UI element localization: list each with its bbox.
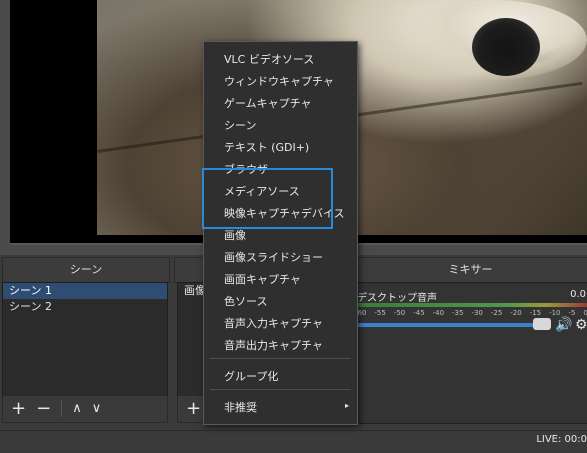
mixer-panel: デスクトップ音声 0.0 -60 -55 -50 -45 -40 -35 -30… bbox=[352, 282, 587, 424]
meter-tick: -45 bbox=[413, 309, 425, 317]
remove-scene-button[interactable]: − bbox=[36, 400, 51, 418]
meter-tick: -40 bbox=[432, 309, 445, 317]
menu-item-display-capture[interactable]: 画面キャプチャ bbox=[224, 271, 301, 287]
meter-ticks: -60 -55 -50 -45 -40 -35 -30 -25 -20 -15 … bbox=[355, 309, 587, 317]
menu-item-color-source[interactable]: 色ソース bbox=[224, 293, 267, 309]
menu-item-image[interactable]: 画像 bbox=[224, 227, 246, 243]
meter-tick: -35 bbox=[452, 309, 464, 317]
move-scene-up-button[interactable]: ∧ bbox=[72, 400, 82, 418]
scenes-toolbar: + − ∧ ∨ bbox=[2, 395, 168, 423]
menu-item-audio-input-capture[interactable]: 音声入力キャプチャ bbox=[224, 315, 323, 331]
meter-tick: 0 bbox=[583, 309, 587, 317]
live-status: LIVE: 00:0 bbox=[536, 434, 587, 445]
volume-slider-handle[interactable] bbox=[533, 318, 551, 330]
meter-tick: -20 bbox=[510, 309, 522, 317]
highlight-box bbox=[202, 168, 333, 229]
scenes-dock-title: シーン bbox=[2, 257, 170, 283]
menu-separator bbox=[210, 358, 351, 359]
status-bar: LIVE: 00:0 bbox=[0, 430, 587, 453]
menu-item-window-capture[interactable]: ウィンドウキャプチャ bbox=[224, 73, 334, 89]
menu-item-deprecated[interactable]: 非推奨 bbox=[224, 399, 257, 415]
menu-item-group[interactable]: グループ化 bbox=[224, 368, 278, 384]
meter-tick: -10 bbox=[549, 309, 561, 317]
add-source-button[interactable]: + bbox=[186, 400, 201, 418]
scene-item[interactable]: シーン 2 bbox=[3, 299, 167, 315]
toolbar-divider bbox=[61, 401, 63, 417]
menu-separator bbox=[210, 389, 351, 390]
meter-tick: -55 bbox=[374, 309, 386, 317]
meter-tick: -5 bbox=[568, 309, 576, 317]
menu-item-image-slideshow[interactable]: 画像スライドショー bbox=[224, 249, 323, 265]
dog-nose-shape bbox=[472, 18, 540, 76]
scene-item[interactable]: シーン 1 bbox=[3, 283, 167, 299]
mixer-db-value: 0.0 bbox=[570, 289, 586, 300]
mixer-dock-title: ミキサー bbox=[352, 257, 587, 283]
menu-item-audio-output-capture[interactable]: 音声出力キャプチャ bbox=[224, 337, 323, 353]
speaker-icon[interactable]: 🔊 bbox=[555, 317, 572, 333]
meter-tick: -15 bbox=[529, 309, 542, 317]
volume-slider[interactable] bbox=[355, 323, 551, 327]
meter-tick: -25 bbox=[490, 309, 503, 317]
menu-item-vlc-video-source[interactable]: VLC ビデオソース bbox=[224, 51, 314, 67]
scenes-list: シーン 1 シーン 2 bbox=[2, 282, 168, 396]
add-scene-button[interactable]: + bbox=[11, 400, 26, 418]
gear-icon[interactable]: ⚙ bbox=[575, 317, 587, 333]
meter-tick: -30 bbox=[471, 309, 483, 317]
menu-item-scene[interactable]: シーン bbox=[224, 117, 256, 133]
move-scene-down-button[interactable]: ∨ bbox=[92, 400, 102, 418]
audio-meter bbox=[355, 303, 587, 307]
add-source-context-menu: VLC ビデオソース ウィンドウキャプチャ ゲームキャプチャ シーン テキスト … bbox=[203, 41, 358, 425]
menu-item-text-gdi[interactable]: テキスト (GDI+) bbox=[224, 139, 309, 155]
meter-tick: -50 bbox=[393, 309, 406, 317]
mixer-track-name: デスクトップ音声 bbox=[357, 293, 437, 304]
menu-item-game-capture[interactable]: ゲームキャプチャ bbox=[224, 95, 312, 111]
submenu-arrow-icon: ▸ bbox=[344, 401, 349, 410]
